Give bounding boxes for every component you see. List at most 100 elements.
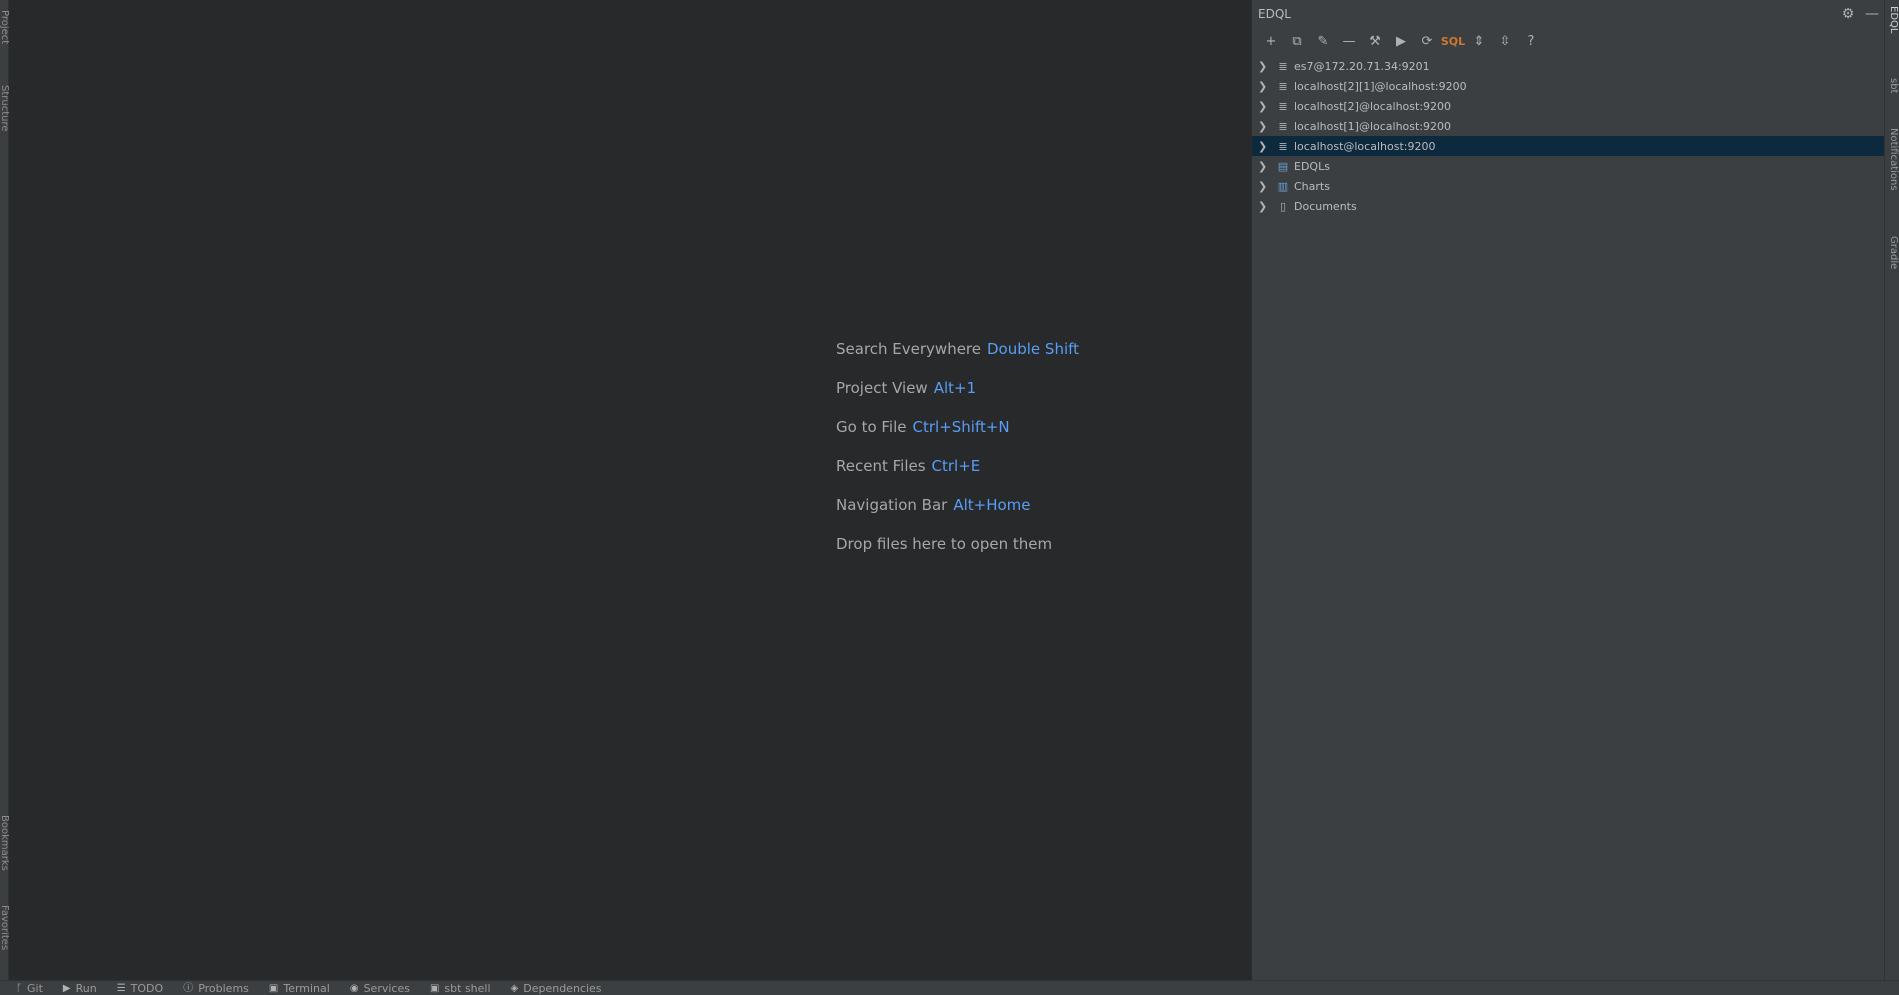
hint-label: Project View (836, 379, 928, 397)
left-tab-bookmarks[interactable]: Bookmarks (0, 815, 9, 885)
left-tool-stripe: Project Structure Bookmarks Favorites (0, 0, 9, 980)
tree-node-label: EDQLs (1294, 159, 1330, 173)
right-tab-gradle[interactable]: Gradle (1886, 236, 1899, 286)
server-list-icon: ≣ (1278, 59, 1288, 73)
server-list-icon: ≣ (1278, 139, 1288, 153)
tree-node-label: Documents (1294, 199, 1357, 213)
empty-editor-hints: Search Everywhere Double Shift Project Vi… (836, 330, 1079, 564)
bottom-tab-terminal[interactable]: ▣ Terminal (269, 981, 330, 995)
chevron-right-icon[interactable]: ❯ (1258, 100, 1274, 113)
tree-node-label: localhost[2]@localhost:9200 (1294, 99, 1452, 113)
git-branch-icon: ᚴ (16, 982, 22, 994)
bottom-tab-run[interactable]: ▶ Run (63, 981, 97, 995)
tree-node-documents[interactable]: ❯ ▯ Documents (1252, 196, 1884, 216)
hint-shortcut: Ctrl+E (931, 457, 981, 475)
list-icon: ☰ (116, 982, 126, 994)
editor-empty-area[interactable]: Search Everywhere Double Shift Project Vi… (9, 0, 1251, 980)
hint-label: Search Everywhere (836, 340, 981, 358)
tree-node-charts[interactable]: ❯ ▥ Charts (1252, 176, 1884, 196)
chevron-right-icon[interactable]: ❯ (1258, 180, 1274, 193)
bottom-tab-label: Terminal (283, 981, 330, 995)
drop-files-text: Drop files here to open them (836, 535, 1053, 553)
services-icon: ◉ (349, 982, 359, 994)
tree-node-label: localhost[2][1]@localhost:9200 (1294, 79, 1467, 93)
remove-icon[interactable]: — (1336, 30, 1362, 52)
hint-go-to-file: Go to File Ctrl+Shift+N (836, 408, 1079, 447)
chart-icon: ▥ (1277, 179, 1289, 193)
hint-recent-files: Recent Files Ctrl+E (836, 447, 1079, 486)
tree-node-localhost[interactable]: ❯ ≣ localhost@localhost:9200 (1252, 136, 1884, 156)
chevron-right-icon[interactable]: ❯ (1258, 160, 1274, 173)
edql-files-icon: ▤ (1277, 159, 1289, 173)
shell-icon: ▣ (429, 982, 440, 994)
hint-label: Navigation Bar (836, 496, 948, 514)
tools-icon[interactable]: ⚒ (1362, 30, 1388, 52)
right-tab-edql[interactable]: EDQL (1886, 6, 1899, 58)
hint-search-everywhere: Search Everywhere Double Shift (836, 330, 1079, 369)
right-tab-notifications[interactable]: Notifications (1886, 128, 1899, 212)
sql-icon[interactable]: SQL (1440, 30, 1466, 52)
add-icon[interactable]: + (1258, 30, 1284, 52)
bottom-tab-problems[interactable]: ⓘ Problems (183, 981, 249, 995)
tree-node-label: Charts (1294, 179, 1330, 193)
bottom-tab-services[interactable]: ◉ Services (350, 981, 410, 995)
chevron-right-icon[interactable]: ❯ (1258, 140, 1274, 153)
server-list-icon: ≣ (1278, 99, 1288, 113)
terminal-icon: ▣ (268, 982, 279, 994)
bottom-tool-bar: ᚴ Git ▶ Run ☰ TODO ⓘ Problems ▣ Terminal ◉ Ser… (0, 980, 1899, 995)
chevron-right-icon[interactable]: ❯ (1258, 60, 1274, 73)
minimize-icon[interactable]: — (1860, 6, 1884, 22)
right-tool-stripe: EDQL sbt Notifications Gradle (1884, 0, 1899, 980)
bottom-tab-label: Dependencies (523, 981, 602, 995)
tool-window-title: EDQL (1258, 7, 1291, 21)
tool-window-toolbar: + ⧉ ✎ — ⚒ ▶ ⟳ SQL ⇕ ⇳ ? (1252, 28, 1884, 54)
tree-node-localhost-1[interactable]: ❯ ≣ localhost[1]@localhost:9200 (1252, 116, 1884, 136)
collapse-all-icon[interactable]: ⇳ (1492, 30, 1518, 52)
run-icon[interactable]: ▶ (1388, 30, 1414, 52)
chevron-right-icon[interactable]: ❯ (1258, 80, 1274, 93)
bottom-tab-label: TODO (130, 981, 164, 995)
help-icon[interactable]: ? (1518, 30, 1544, 52)
left-tab-favorites[interactable]: Favorites (0, 905, 9, 965)
bottom-tab-git[interactable]: ᚴ Git (16, 981, 43, 995)
hint-project-view: Project View Alt+1 (836, 369, 1079, 408)
tree-node-label: localhost[1]@localhost:9200 (1294, 119, 1452, 133)
hint-shortcut: Double Shift (987, 340, 1080, 358)
tree-node-localhost-2[interactable]: ❯ ≣ localhost[2]@localhost:9200 (1252, 96, 1884, 116)
server-list-icon: ≣ (1278, 119, 1288, 133)
bottom-tab-sbt-shell[interactable]: ▣ sbt shell (430, 981, 491, 995)
expand-all-icon[interactable]: ⇕ (1466, 30, 1492, 52)
hint-shortcut: Alt+1 (933, 379, 977, 397)
tree-node-label: es7@172.20.71.34:9201 (1294, 59, 1430, 73)
copy-icon[interactable]: ⧉ (1284, 30, 1310, 52)
hint-label: Go to File (836, 418, 907, 436)
tree-node-label: localhost@localhost:9200 (1294, 139, 1436, 153)
bottom-tab-label: Problems (198, 981, 249, 995)
tree-node-es7-connection[interactable]: ❯ ≣ es7@172.20.71.34:9201 (1252, 56, 1884, 76)
bottom-tab-todo[interactable]: ☰ TODO (117, 981, 163, 995)
settings-gear-icon[interactable]: ⚙ (1836, 6, 1860, 22)
tree-node-localhost-2-1[interactable]: ❯ ≣ localhost[2][1]@localhost:9200 (1252, 76, 1884, 96)
right-tab-sbt[interactable]: sbt (1886, 78, 1899, 108)
bottom-tab-dependencies[interactable]: ◈ Dependencies (511, 981, 602, 995)
document-icon: ▯ (1279, 199, 1287, 213)
edit-icon[interactable]: ✎ (1310, 30, 1336, 52)
left-tab-structure[interactable]: Structure (0, 85, 9, 165)
hint-shortcut: Ctrl+Shift+N (912, 418, 1010, 436)
ide-window: Project Structure Bookmarks Favorites Se… (0, 0, 1899, 995)
connection-tree: ❯ ≣ es7@172.20.71.34:9201 ❯ ≣ localhost[… (1252, 56, 1884, 216)
hint-shortcut: Alt+Home (953, 496, 1031, 514)
bottom-tab-label: Git (27, 981, 43, 995)
chevron-right-icon[interactable]: ❯ (1258, 120, 1274, 133)
tree-node-edqls[interactable]: ❯ ▤ EDQLs (1252, 156, 1884, 176)
server-list-icon: ≣ (1278, 79, 1288, 93)
chevron-right-icon[interactable]: ❯ (1258, 200, 1274, 213)
bottom-tab-label: Services (363, 981, 410, 995)
bottom-tab-label: sbt shell (444, 981, 491, 995)
refresh-icon[interactable]: ⟳ (1414, 30, 1440, 52)
left-tab-project[interactable]: Project (0, 10, 9, 60)
hint-label: Recent Files (836, 457, 926, 475)
bottom-tab-label: Run (75, 981, 97, 995)
hint-navigation-bar: Navigation Bar Alt+Home (836, 486, 1079, 525)
dependencies-icon: ◈ (510, 982, 519, 994)
